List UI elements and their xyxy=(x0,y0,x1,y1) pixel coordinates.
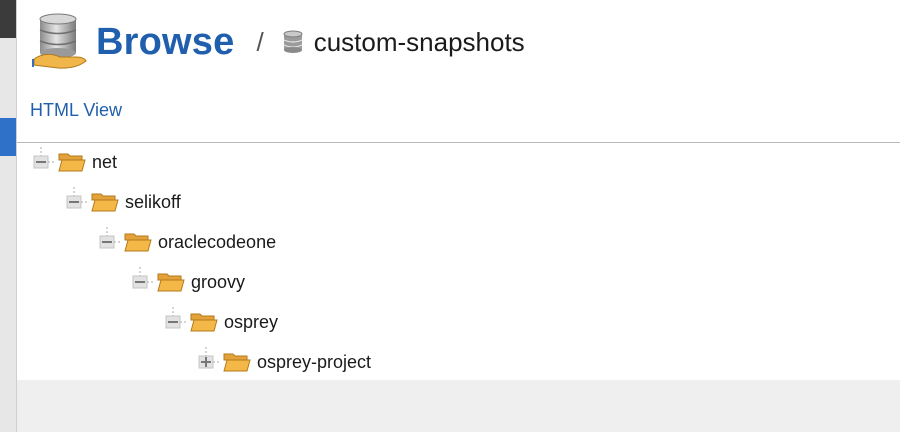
folder-open-icon xyxy=(124,231,152,253)
tree-node-label[interactable]: groovy xyxy=(191,272,245,293)
tree-node-net[interactable]: net xyxy=(32,147,117,177)
database-icon xyxy=(282,30,304,54)
tree-node-label[interactable]: oraclecodeone xyxy=(158,232,276,253)
tree-node-label[interactable]: osprey-project xyxy=(257,352,371,373)
database-hand-icon xyxy=(32,13,90,71)
tree-node-label[interactable]: osprey xyxy=(224,312,278,333)
tree-node-groovy[interactable]: groovy xyxy=(131,267,245,297)
tree-node-oraclecodeone[interactable]: oraclecodeone xyxy=(98,227,276,257)
collapse-minus-icon[interactable] xyxy=(164,307,186,337)
tree-node-osprey-project[interactable]: osprey-project xyxy=(197,347,371,377)
expand-plus-icon[interactable] xyxy=(197,347,219,377)
folder-open-icon xyxy=(223,351,251,373)
sidebar-top-block xyxy=(0,0,16,38)
collapse-minus-icon[interactable] xyxy=(32,147,54,177)
page-title: Browse xyxy=(96,20,235,63)
tree-node-label[interactable]: selikoff xyxy=(125,192,181,213)
html-view-link[interactable]: HTML View xyxy=(30,100,122,121)
breadcrumb-separator: / xyxy=(256,26,264,57)
folder-open-icon xyxy=(58,151,86,173)
collapse-minus-icon[interactable] xyxy=(65,187,87,217)
page-header: Browse / custom-snapshots xyxy=(32,12,525,72)
folder-open-icon xyxy=(157,271,185,293)
left-sidebar-strip xyxy=(0,0,17,432)
tree-node-selikoff[interactable]: selikoff xyxy=(65,187,181,217)
folder-open-icon xyxy=(91,191,119,213)
tree-node-osprey[interactable]: osprey xyxy=(164,307,278,337)
tree-node-label[interactable]: net xyxy=(92,152,117,173)
tree-footer xyxy=(17,380,900,432)
sidebar-active-indicator[interactable] xyxy=(0,118,16,156)
repository-name[interactable]: custom-snapshots xyxy=(314,27,525,58)
folder-open-icon xyxy=(190,311,218,333)
collapse-minus-icon[interactable] xyxy=(131,267,153,297)
collapse-minus-icon[interactable] xyxy=(98,227,120,257)
